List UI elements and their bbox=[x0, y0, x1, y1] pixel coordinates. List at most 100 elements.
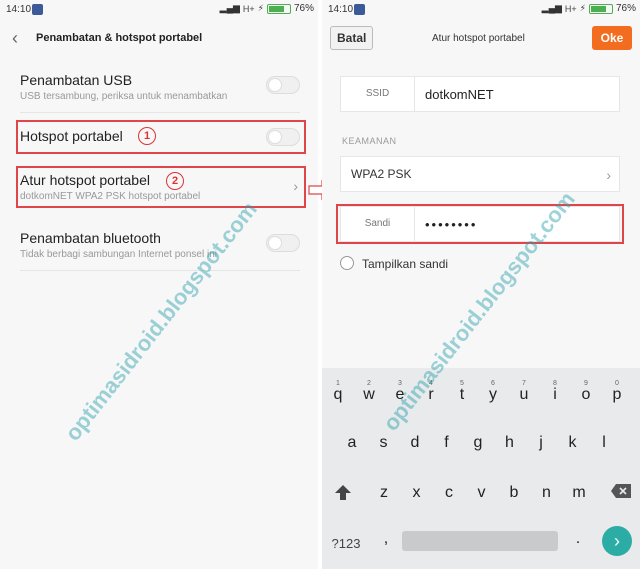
key-d[interactable]: d bbox=[403, 434, 427, 452]
key-e[interactable]: 3e bbox=[388, 380, 412, 404]
show-password-radio[interactable] bbox=[340, 256, 354, 270]
key-label: g bbox=[473, 434, 483, 451]
key-c[interactable]: c bbox=[437, 484, 461, 502]
back-arrow-icon[interactable]: ‹ bbox=[12, 28, 18, 49]
key-x[interactable]: x bbox=[405, 484, 429, 502]
space-key[interactable] bbox=[402, 531, 558, 551]
key-n[interactable]: n bbox=[535, 484, 559, 502]
usb-tethering-toggle[interactable] bbox=[266, 76, 300, 94]
setting-title: Penambatan bluetooth bbox=[20, 230, 161, 246]
key-l[interactable]: l bbox=[592, 434, 616, 452]
key-hint: 9 bbox=[584, 380, 588, 387]
key-w[interactable]: 2w bbox=[357, 380, 381, 404]
ssid-label: SSID bbox=[341, 77, 415, 111]
setting-subtitle: USB tersambung, periksa untuk menambatka… bbox=[20, 91, 228, 102]
chevron-right-icon: › bbox=[606, 167, 611, 183]
soft-keyboard: 1q 2w 3e 4r 5t 6y 7u 8i 9o 0p a s d f g h j k l z xcvbnm ?… bbox=[322, 368, 640, 569]
cancel-button[interactable]: Batal bbox=[330, 26, 374, 50]
annotation-number-2: 2 bbox=[166, 172, 184, 190]
setting-usb-tethering[interactable]: Penambatan USB USB tersambung, periksa u… bbox=[16, 66, 306, 110]
header: ‹ Penambatan & hotspot portabel bbox=[0, 22, 318, 56]
ssid-field[interactable]: SSID dotkomNET bbox=[340, 76, 620, 112]
key-i[interactable]: 8i bbox=[543, 380, 567, 404]
setting-subtitle: dotkomNET WPA2 PSK hotspot portabel bbox=[20, 191, 201, 202]
key-q[interactable]: 1q bbox=[326, 380, 350, 404]
key-p[interactable]: 0p bbox=[605, 380, 629, 404]
period-key[interactable]: . bbox=[568, 530, 588, 548]
key-j[interactable]: j bbox=[529, 434, 553, 452]
setting-portable-hotspot[interactable]: Hotspot portabel bbox=[16, 118, 306, 162]
key-label: a bbox=[347, 434, 357, 451]
key-v[interactable]: v bbox=[470, 484, 494, 502]
key-k[interactable]: k bbox=[561, 434, 585, 452]
setting-bluetooth-tethering[interactable]: Penambatan bluetooth Tidak berbagi sambu… bbox=[16, 224, 306, 268]
security-select[interactable]: WPA2 PSK › bbox=[340, 156, 620, 192]
annotation-number-1: 1 bbox=[138, 127, 156, 145]
key-hint: 0 bbox=[615, 380, 619, 387]
key-label: k bbox=[568, 434, 577, 451]
key-y[interactable]: 6y bbox=[481, 380, 505, 404]
key-r[interactable]: 4r bbox=[419, 380, 443, 404]
key-label: d bbox=[410, 434, 420, 451]
security-section-label: KEAMANAN bbox=[342, 136, 397, 146]
key-label: x bbox=[412, 484, 421, 501]
key-label: r bbox=[428, 386, 434, 403]
key-label: o bbox=[581, 386, 591, 403]
key-g[interactable]: g bbox=[466, 434, 490, 452]
key-label: q bbox=[333, 386, 343, 403]
status-bar: 14:10 ▂▄▆ H+ ⚡ 76% bbox=[322, 0, 640, 20]
signal-icon: ▂▄▆ bbox=[541, 3, 562, 13]
key-label: b bbox=[509, 484, 519, 501]
battery-percent: 76% bbox=[615, 3, 636, 14]
key-hint: 4 bbox=[429, 380, 433, 387]
comma-key[interactable]: , bbox=[376, 530, 396, 548]
key-h[interactable]: h bbox=[498, 434, 522, 452]
setting-title: Hotspot portabel bbox=[20, 128, 123, 144]
key-s[interactable]: s bbox=[372, 434, 396, 452]
key-label: h bbox=[505, 434, 514, 451]
password-label: Sandi bbox=[341, 207, 415, 241]
divider bbox=[20, 112, 300, 113]
shift-key-icon[interactable] bbox=[328, 483, 358, 513]
key-hint: 2 bbox=[367, 380, 371, 387]
password-value[interactable]: •••••••• bbox=[425, 217, 477, 232]
key-a[interactable]: a bbox=[340, 434, 364, 452]
status-time: 14:10 bbox=[328, 4, 354, 15]
key-hint: 1 bbox=[336, 380, 340, 387]
key-label: z bbox=[380, 484, 388, 501]
key-label: u bbox=[519, 386, 529, 403]
setting-title: Penambatan USB bbox=[20, 72, 133, 88]
key-label: m bbox=[572, 484, 586, 501]
key-t[interactable]: 5t bbox=[450, 380, 474, 404]
key-label: t bbox=[459, 386, 465, 403]
key-b[interactable]: b bbox=[502, 484, 526, 502]
security-value: WPA2 PSK bbox=[351, 167, 412, 181]
key-o[interactable]: 9o bbox=[574, 380, 598, 404]
key-label: w bbox=[363, 386, 375, 403]
ok-button[interactable]: Oke bbox=[592, 26, 632, 50]
symbols-key[interactable]: ?123 bbox=[326, 536, 366, 551]
enter-arrow-icon[interactable]: › bbox=[602, 526, 632, 556]
key-z[interactable]: z bbox=[372, 484, 396, 502]
battery-icon bbox=[266, 3, 291, 14]
key-f[interactable]: f bbox=[435, 434, 459, 452]
key-label: j bbox=[539, 434, 543, 451]
network-type: H+ bbox=[564, 3, 577, 14]
setting-subtitle: Tidak berbagi sambungan Internet ponsel … bbox=[20, 249, 217, 260]
key-label: s bbox=[379, 434, 388, 451]
hotspot-toggle[interactable] bbox=[266, 128, 300, 146]
divider bbox=[20, 270, 300, 271]
setting-configure-hotspot[interactable]: Atur hotspot portabel dotkomNET WPA2 PSK… bbox=[16, 166, 306, 210]
page-title: Atur hotspot portabel bbox=[432, 33, 525, 44]
key-label: f bbox=[444, 434, 449, 451]
backspace-key-icon[interactable] bbox=[606, 483, 636, 513]
key-m[interactable]: m bbox=[567, 484, 591, 502]
key-hint: 3 bbox=[398, 380, 402, 387]
charging-icon: ⚡ bbox=[257, 3, 264, 13]
tethering-settings-screen: 14:10 ▂▄▆ H+ ⚡ 76% ‹ Penambatan & hotspo… bbox=[0, 0, 318, 569]
key-u[interactable]: 7u bbox=[512, 380, 536, 404]
bluetooth-tethering-toggle[interactable] bbox=[266, 234, 300, 252]
ssid-value[interactable]: dotkomNET bbox=[425, 87, 494, 102]
password-field[interactable]: Sandi •••••••• bbox=[340, 206, 620, 242]
key-label: l bbox=[602, 434, 606, 451]
